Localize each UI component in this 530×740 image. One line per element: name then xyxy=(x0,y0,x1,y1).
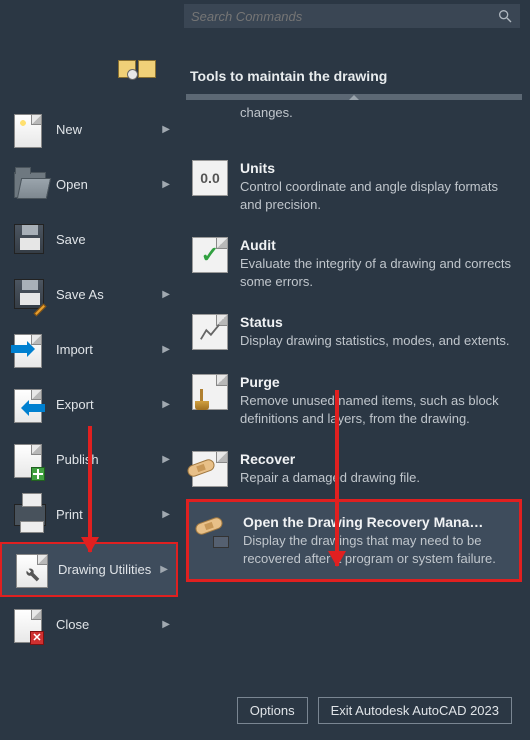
scroll-up-indicator[interactable] xyxy=(186,94,522,100)
close-doc-icon: ✕ xyxy=(14,609,42,643)
chevron-right-icon: ▶ xyxy=(162,344,170,355)
tool-title: Units xyxy=(240,160,512,176)
search-commands[interactable] xyxy=(184,4,520,28)
menu-item-new[interactable]: New ▶ xyxy=(0,102,178,157)
chevron-right-icon: ▶ xyxy=(162,179,170,190)
chevron-right-icon: ▶ xyxy=(162,454,170,465)
units-icon: 0.0 xyxy=(192,160,228,196)
recent-open-docs-icons xyxy=(118,60,156,78)
chevron-right-icon: ▶ xyxy=(162,289,170,300)
menu-label: Close xyxy=(56,617,158,633)
tool-item-recover[interactable]: Recover Repair a damaged drawing file. xyxy=(186,439,522,499)
menu-label: Import xyxy=(56,342,158,358)
tool-desc: changes. xyxy=(240,104,512,122)
export-icon xyxy=(14,389,42,423)
open-docs-icon[interactable] xyxy=(138,60,156,78)
menu-label: Save xyxy=(56,232,170,248)
panel-title: Tools to maintain the drawing xyxy=(178,60,530,94)
chevron-right-icon: ▶ xyxy=(160,564,168,575)
menu-item-close[interactable]: ✕ Close ▶ xyxy=(0,597,178,652)
tool-item-audit[interactable]: ✓ Audit Evaluate the integrity of a draw… xyxy=(186,225,522,302)
tool-title: Audit xyxy=(240,237,512,253)
menu-label: Open xyxy=(56,177,158,193)
tool-item-drawing-recovery-manager[interactable]: Open the Drawing Recovery Mana… Display … xyxy=(186,499,522,582)
tool-desc: Remove unused named items, such as block… xyxy=(240,392,512,427)
tool-item-partial[interactable]: changes. xyxy=(186,100,522,148)
tools-list: changes. 0.0 Units Control coordinate an… xyxy=(178,100,530,685)
search-icon[interactable] xyxy=(497,8,513,24)
tool-desc: Evaluate the integrity of a drawing and … xyxy=(240,255,512,290)
menu-label: Drawing Utilities xyxy=(58,562,156,578)
menu-item-open[interactable]: Open ▶ xyxy=(0,157,178,212)
annotation-arrow-left xyxy=(88,426,92,552)
tool-item-purge[interactable]: Purge Remove unused named items, such as… xyxy=(186,362,522,439)
tool-title: Purge xyxy=(240,374,512,390)
footer-buttons: Options Exit Autodesk AutoCAD 2023 xyxy=(178,685,530,740)
import-icon xyxy=(14,334,42,368)
audit-icon: ✓ xyxy=(192,237,228,273)
recover-icon xyxy=(192,451,228,487)
menu-label: New xyxy=(56,122,158,138)
menu-item-save[interactable]: Save xyxy=(0,212,178,267)
chevron-right-icon: ▶ xyxy=(162,619,170,630)
menu-label: Save As xyxy=(56,287,158,303)
menu-item-export[interactable]: Export ▶ xyxy=(0,377,178,432)
tool-desc: Repair a damaged drawing file. xyxy=(240,469,512,487)
publish-icon xyxy=(14,444,42,478)
tool-item-units[interactable]: 0.0 Units Control coordinate and angle d… xyxy=(186,148,522,225)
tool-title: Status xyxy=(240,314,512,330)
menu-item-save-as[interactable]: Save As ▶ xyxy=(0,267,178,322)
new-star-icon xyxy=(18,118,28,128)
status-icon xyxy=(192,314,228,350)
menu-label: Print xyxy=(56,507,158,523)
menu-label: Export xyxy=(56,397,158,413)
tool-item-status[interactable]: Status Display drawing statistics, modes… xyxy=(186,302,522,362)
recent-docs-icon[interactable] xyxy=(118,60,136,78)
printer-icon xyxy=(14,504,46,526)
tool-title: Recover xyxy=(240,451,512,467)
exit-button[interactable]: Exit Autodesk AutoCAD 2023 xyxy=(318,697,512,724)
search-input[interactable] xyxy=(191,9,497,24)
chevron-right-icon: ▶ xyxy=(162,399,170,410)
chevron-right-icon: ▶ xyxy=(162,509,170,520)
tool-title: Open the Drawing Recovery Mana… xyxy=(243,514,509,530)
save-icon xyxy=(14,224,44,254)
purge-icon xyxy=(192,374,228,410)
save-as-icon xyxy=(14,279,44,309)
menu-label: Publish xyxy=(56,452,158,468)
submenu-panel: Tools to maintain the drawing changes. 0… xyxy=(178,0,530,740)
annotation-arrow-right xyxy=(335,390,339,566)
app-menu-sidebar: New ▶ Open ▶ Save Save As ▶ Import ▶ xyxy=(0,0,178,740)
tool-desc: Display the drawings that may need to be… xyxy=(243,532,509,567)
file-menu: New ▶ Open ▶ Save Save As ▶ Import ▶ xyxy=(0,102,178,652)
menu-item-import[interactable]: Import ▶ xyxy=(0,322,178,377)
tool-desc: Control coordinate and angle display for… xyxy=(240,178,512,213)
drawing-utilities-icon xyxy=(16,554,48,588)
tool-desc: Display drawing statistics, modes, and e… xyxy=(240,332,512,350)
options-button[interactable]: Options xyxy=(237,697,308,724)
drawing-recovery-icon xyxy=(195,514,231,550)
folder-icon xyxy=(14,172,46,198)
chevron-right-icon: ▶ xyxy=(162,124,170,135)
